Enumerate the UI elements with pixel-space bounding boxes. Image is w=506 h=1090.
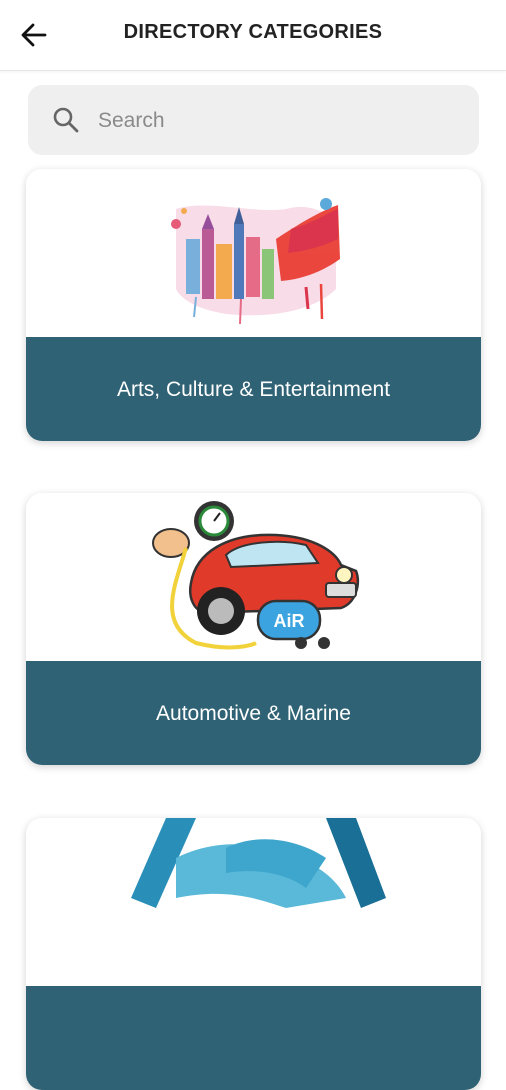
search-bar[interactable]	[28, 85, 479, 155]
category-label-business	[26, 986, 481, 1090]
app-header: DIRECTORY CATEGORIES	[0, 0, 506, 71]
category-image-handshake	[26, 818, 481, 986]
category-image-arts	[26, 169, 481, 337]
svg-text:AiR: AiR	[274, 611, 305, 631]
search-input[interactable]	[96, 103, 460, 139]
category-label-arts: Arts, Culture & Entertainment	[26, 337, 481, 441]
search-icon	[53, 107, 79, 133]
category-card-arts[interactable]: Arts, Culture & Entertainment	[26, 169, 481, 441]
category-image-automotive: AiR	[26, 493, 481, 661]
category-card-automotive[interactable]: AiR Automotive & Marine	[26, 493, 481, 765]
category-label-automotive: Automotive & Marine	[26, 661, 481, 765]
category-card-business[interactable]	[26, 818, 481, 1090]
page-title: DIRECTORY CATEGORIES	[123, 20, 383, 43]
